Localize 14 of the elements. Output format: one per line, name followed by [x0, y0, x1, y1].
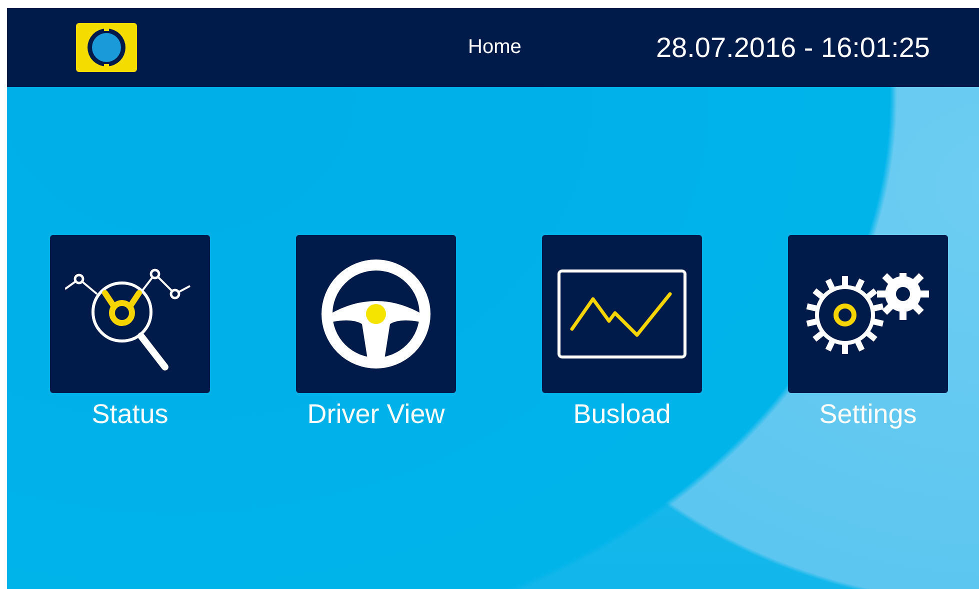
tile-label: Settings	[819, 399, 917, 430]
tile-label: Driver View	[307, 399, 445, 430]
steering-wheel-icon	[320, 258, 432, 370]
tile-label: Status	[92, 399, 168, 430]
busload-tile-button[interactable]	[542, 235, 702, 393]
logo-icon	[76, 23, 137, 72]
line-chart-icon	[557, 269, 687, 359]
driver-tile-button[interactable]	[296, 235, 456, 393]
date-time: 28.07.2016 - 16:01:25	[656, 32, 930, 64]
tile-label: Busload	[573, 399, 671, 430]
settings-tile-button[interactable]	[788, 235, 948, 393]
screen-title: Home	[468, 36, 522, 59]
status-tile-button[interactable]	[50, 235, 210, 393]
gears-icon	[805, 273, 931, 355]
